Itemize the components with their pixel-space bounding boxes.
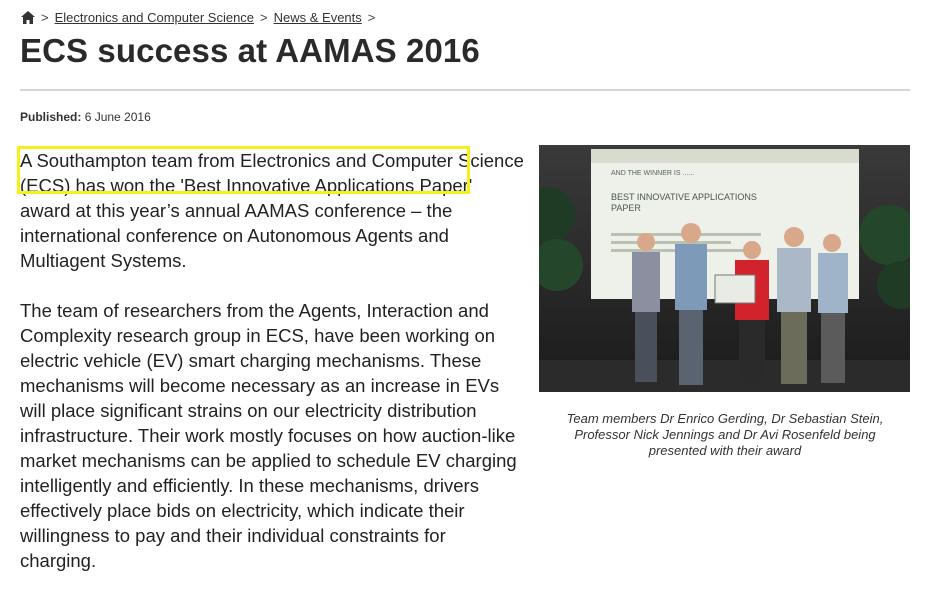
home-icon[interactable] [21,11,35,24]
award-photo-illustration: AND THE WINNER IS ...... BEST INNOVATIVE… [539,145,910,392]
published-label: Published: [20,110,82,124]
breadcrumb-link-ecs[interactable]: Electronics and Computer Science [55,10,254,25]
published-line: Published: 6 June 2016 [20,110,151,124]
published-date: 6 June 2016 [84,110,151,124]
breadcrumb-separator: > [367,10,376,25]
article-paragraph: A Southampton team from Electronics and … [20,150,524,271]
page-title: ECS success at AAMAS 2016 [20,32,480,69]
breadcrumb: > Electronics and Computer Science > New… [21,10,381,25]
photo-caption: Team members Dr Enrico Gerding, Dr Sebas… [566,411,884,458]
screen-text-3: PAPER [611,203,641,213]
article-paragraph: The team of researchers from the Agents,… [20,300,517,571]
breadcrumb-separator: > [260,10,268,25]
divider [20,89,910,91]
screen-text-2: BEST INNOVATIVE APPLICATIONS [611,192,757,202]
article-body: A Southampton team from Electronics and … [20,148,525,598]
award-photo: AND THE WINNER IS ...... BEST INNOVATIVE… [539,145,910,392]
breadcrumb-separator: > [41,10,49,25]
screen-text-1: AND THE WINNER IS ...... [611,170,694,177]
breadcrumb-link-news[interactable]: News & Events [274,10,362,25]
